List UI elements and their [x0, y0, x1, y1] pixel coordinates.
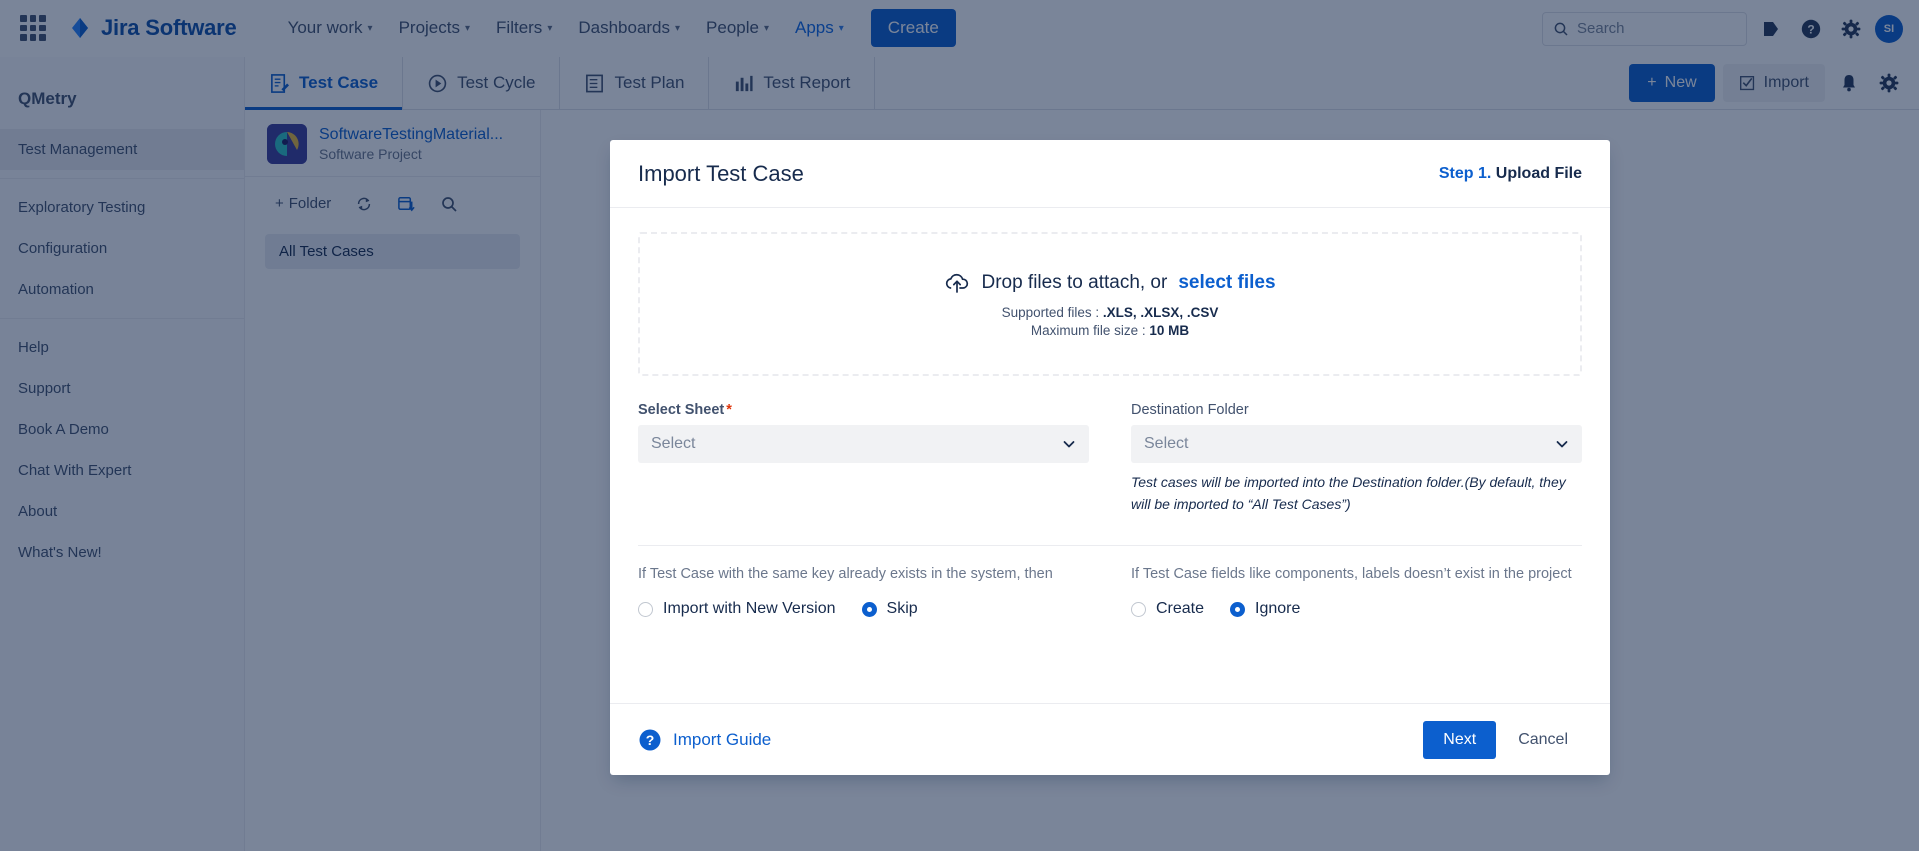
- radio-import-with-new-version-label[interactable]: Import with New Version: [663, 600, 836, 618]
- dialog-step-title: Upload File: [1491, 164, 1582, 182]
- selection-row: Select Sheet * Select Destination Folder …: [638, 402, 1582, 515]
- cloud-upload-icon: [946, 273, 969, 293]
- dialog-step-number: Step 1.: [1438, 164, 1492, 182]
- import-guide-link[interactable]: ? Import Guide: [638, 728, 771, 752]
- dropzone-primary-line: Drop files to attach, or select files: [944, 270, 1276, 296]
- dialog-step-indicator: Step 1. Upload File: [1439, 165, 1582, 183]
- supported-files-value: .XLS, .XLSX, .CSV: [1102, 305, 1219, 320]
- missing-fields-radios: Create Ignore: [1131, 600, 1582, 618]
- dropzone-supported-files: Supported files : .XLS, .XLSX, .CSV: [1002, 305, 1219, 320]
- max-size-value: 10 MB: [1149, 323, 1190, 338]
- app-root: Jira Software Your work ▾ Projects ▾ Fil…: [0, 0, 1919, 851]
- radio-create-label[interactable]: Create: [1156, 600, 1204, 618]
- supported-files-label: Supported files :: [1001, 305, 1103, 320]
- options-row: If Test Case with the same key already e…: [638, 564, 1582, 618]
- max-size-label: Maximum file size :: [1030, 323, 1150, 338]
- select-files-link[interactable]: select files: [1178, 272, 1275, 294]
- cancel-button[interactable]: Cancel: [1504, 721, 1582, 759]
- destination-folder-label: Destination Folder: [1131, 402, 1249, 418]
- select-sheet-dropdown[interactable]: Select: [638, 425, 1089, 463]
- radio-skip[interactable]: [861, 601, 877, 617]
- dialog-body: Drop files to attach, or select files Su…: [610, 208, 1610, 703]
- duplicate-key-radios: Import with New Version Skip: [638, 600, 1089, 618]
- select-sheet-label: Select Sheet *: [638, 402, 1089, 418]
- import-test-case-dialog: Import Test Case Step 1. Upload File Dro…: [610, 140, 1610, 775]
- dropzone-text: Drop files to attach, or: [981, 272, 1168, 293]
- radio-ignore[interactable]: [1230, 601, 1246, 617]
- file-dropzone[interactable]: Drop files to attach, or select files Su…: [638, 232, 1582, 376]
- duplicate-key-option-group: If Test Case with the same key already e…: [638, 564, 1089, 618]
- import-guide-label: Import Guide: [673, 729, 772, 749]
- missing-fields-option-group: If Test Case fields like components, lab…: [1131, 564, 1582, 618]
- radio-skip-label[interactable]: Skip: [887, 600, 918, 618]
- dialog-footer: ? Import Guide Next Cancel: [610, 703, 1610, 775]
- svg-text:?: ?: [646, 732, 655, 748]
- destination-folder-field-group: Destination Folder Select Test cases wil…: [1131, 402, 1582, 515]
- required-asterisk: *: [726, 402, 732, 418]
- help-circle-icon: ?: [639, 729, 661, 750]
- duplicate-key-question: If Test Case with the same key already e…: [638, 566, 1053, 583]
- destination-folder-hint: Test cases will be imported into the Des…: [1131, 474, 1566, 512]
- select-sheet-value: Select: [651, 435, 696, 452]
- radio-ignore-label[interactable]: Ignore: [1255, 600, 1300, 618]
- select-sheet-field-group: Select Sheet * Select: [638, 402, 1089, 515]
- destination-folder-dropdown[interactable]: Select: [1131, 425, 1582, 463]
- radio-create[interactable]: [1131, 601, 1146, 617]
- next-button[interactable]: Next: [1423, 720, 1497, 759]
- chevron-down-icon: [1063, 441, 1075, 448]
- missing-fields-question: If Test Case fields like components, lab…: [1131, 566, 1572, 583]
- select-sheet-label-text: Select Sheet: [638, 402, 725, 418]
- dialog-title: Import Test Case: [638, 160, 804, 186]
- destination-folder-value: Select: [1144, 435, 1189, 452]
- radio-import-with-new-version[interactable]: [638, 601, 653, 617]
- dialog-header: Import Test Case Step 1. Upload File: [610, 140, 1610, 208]
- chevron-down-icon: [1556, 441, 1568, 448]
- dialog-footer-actions: Next Cancel: [1423, 720, 1582, 759]
- dropzone-max-size: Maximum file size : 10 MB: [1031, 323, 1189, 338]
- dialog-section-divider: [638, 545, 1582, 547]
